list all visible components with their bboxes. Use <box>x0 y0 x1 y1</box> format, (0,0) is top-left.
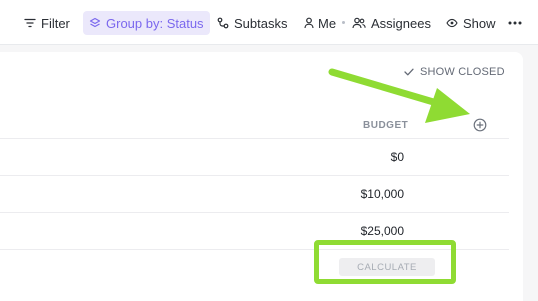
table-row[interactable]: $0 <box>0 138 509 175</box>
filter-button[interactable]: Filter <box>24 11 70 35</box>
more-horizontal-icon <box>508 21 522 25</box>
budget-cell[interactable]: $25,000 <box>361 224 404 238</box>
budget-cell[interactable]: $0 <box>391 150 404 164</box>
subtasks-label: Subtasks <box>234 15 288 31</box>
view-toolbar: Filter Group by: Status Subtasks Me Assi… <box>0 0 538 44</box>
filter-icon <box>24 17 36 29</box>
toolbar-divider <box>0 44 538 45</box>
people-icon <box>352 17 366 29</box>
filter-label: Filter <box>41 15 70 31</box>
plus-circle-icon <box>473 118 487 132</box>
group-by-button[interactable]: Group by: Status <box>83 11 210 35</box>
assignees-label: Assignees <box>371 15 431 31</box>
show-closed-label: SHOW CLOSED <box>420 66 505 78</box>
budget-column-header[interactable]: BUDGET <box>363 120 408 131</box>
table-row[interactable]: $10,000 <box>0 175 509 212</box>
me-button[interactable]: Me <box>304 11 336 35</box>
check-icon <box>404 68 414 76</box>
assignees-button[interactable]: Assignees <box>352 11 431 35</box>
show-button[interactable]: Show <box>446 11 496 35</box>
group-by-label: Group by: Status <box>106 15 204 31</box>
budget-cell[interactable]: $10,000 <box>361 187 404 201</box>
task-rows: $0 $10,000 $25,000 <box>0 138 509 250</box>
add-column-button[interactable] <box>473 118 487 132</box>
subtasks-button[interactable]: Subtasks <box>217 11 287 35</box>
layers-icon <box>89 17 101 29</box>
subtasks-icon <box>217 17 229 29</box>
highlight-box: CALCULATE <box>314 240 456 284</box>
calculate-button[interactable]: CALCULATE <box>339 258 435 276</box>
eye-icon <box>446 17 458 29</box>
me-label: Me <box>318 15 337 31</box>
show-closed-button[interactable]: SHOW CLOSED <box>404 66 505 78</box>
more-options-button[interactable] <box>508 11 522 35</box>
separator-dot <box>342 21 345 24</box>
person-icon <box>304 17 314 29</box>
show-label: Show <box>463 15 496 31</box>
